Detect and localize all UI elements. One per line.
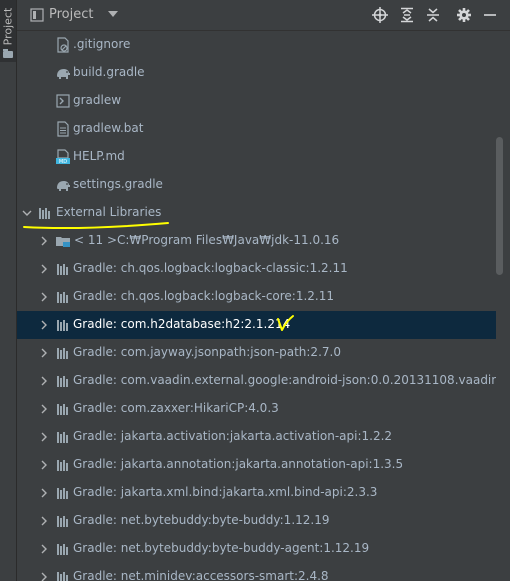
- chevron-right-icon[interactable]: [39, 264, 49, 274]
- tree-item-label: Gradle: com.jayway.jsonpath:json-path:2.…: [73, 345, 341, 359]
- tree-item-gitignore[interactable]: .gitignore: [17, 31, 496, 59]
- tree-item-label: Gradle: ch.qos.logback:logback-core:1.2.…: [73, 289, 335, 303]
- library-bars-icon: [57, 572, 68, 581]
- expand-all-button[interactable]: [398, 6, 416, 24]
- tree-item-library[interactable]: Gradle: jakarta.annotation:jakarta.annot…: [17, 451, 496, 479]
- chevron-right-icon[interactable]: [39, 320, 49, 330]
- tree-item-label: HELP.md: [73, 149, 125, 163]
- library-bars-icon: [57, 376, 68, 387]
- library-bars-icon: [57, 432, 68, 443]
- yellow-checkmark-annotation: [277, 315, 294, 331]
- settings-button[interactable]: [455, 6, 473, 24]
- tree-item-label: Gradle: jakarta.xml.bind:jakarta.xml.bin…: [73, 485, 378, 499]
- text-file-icon: [57, 121, 69, 137]
- chevron-right-icon[interactable]: [39, 292, 49, 302]
- project-tree[interactable]: .gitignore build.gradle gradlew gradlew.…: [17, 31, 496, 581]
- tree-item-label: Gradle: net.minidev:accessors-smart:2.4.…: [73, 569, 329, 581]
- project-view-icon: [30, 8, 44, 22]
- tree-item-label: Gradle: jakarta.annotation:jakarta.annot…: [73, 457, 404, 471]
- tree-item-library[interactable]: Gradle: com.zaxxer:HikariCP:4.0.3: [17, 395, 496, 423]
- library-bars-icon: [57, 516, 68, 527]
- chevron-right-icon[interactable]: [39, 516, 49, 526]
- panel-title-dropdown[interactable]: Project: [49, 7, 118, 22]
- chevron-right-icon[interactable]: [39, 348, 49, 358]
- tree-item-settings-gradle[interactable]: settings.gradle: [17, 171, 496, 199]
- locate-file-button[interactable]: [371, 6, 389, 24]
- tree-item-help-md[interactable]: MD HELP.md: [17, 143, 496, 171]
- library-bars-icon: [57, 292, 68, 303]
- library-bars-icon: [39, 208, 50, 219]
- tree-item-library[interactable]: Gradle: com.jayway.jsonpath:json-path:2.…: [17, 339, 496, 367]
- gear-icon: [457, 8, 471, 22]
- tree-item-library[interactable]: Gradle: net.bytebuddy:byte-buddy:1.12.19: [17, 507, 496, 535]
- gradle-elephant-icon: [57, 181, 70, 191]
- tree-item-library[interactable]: Gradle: ch.qos.logback:logback-classic:1…: [17, 255, 496, 283]
- tool-window-strip: Project: [0, 0, 17, 581]
- tree-item-label: gradlew.bat: [73, 121, 144, 135]
- library-bars-icon: [57, 264, 68, 275]
- tree-item-library[interactable]: Gradle: com.h2database:h2:2.1.214: [17, 311, 496, 339]
- tree-item-label: Gradle: net.bytebuddy:byte-buddy:1.12.19: [73, 513, 330, 527]
- tree-item-library[interactable]: Gradle: ch.qos.logback:logback-core:1.2.…: [17, 283, 496, 311]
- project-tool-tab-label: Project: [1, 7, 15, 46]
- gitignore-file-icon: [57, 37, 69, 53]
- tree-item-label: Gradle: ch.qos.logback:logback-classic:1…: [73, 261, 348, 275]
- tree-item-label: Gradle: com.vaadin.external.google:andro…: [73, 373, 496, 387]
- tree-item-gradlew-bat[interactable]: gradlew.bat: [17, 115, 496, 143]
- panel-title: Project: [49, 7, 94, 22]
- tree-item-label: gradlew: [73, 93, 122, 107]
- tree-item-label: Gradle: jakarta.activation:jakarta.activ…: [73, 429, 393, 443]
- markdown-file-icon: MD: [56, 149, 70, 165]
- chevron-down-icon: [107, 11, 118, 17]
- library-bars-icon: [57, 348, 68, 359]
- library-bars-icon: [57, 544, 68, 555]
- chevron-right-icon[interactable]: [39, 488, 49, 498]
- tree-item-build-gradle[interactable]: build.gradle: [17, 59, 496, 87]
- library-bars-icon: [57, 460, 68, 471]
- tree-item-library[interactable]: Gradle: jakarta.xml.bind:jakarta.xml.bin…: [17, 479, 496, 507]
- project-panel-header: Project: [17, 0, 510, 31]
- yellow-underline-annotation: [23, 222, 169, 229]
- tree-item-label: External Libraries: [56, 205, 162, 219]
- collapse-all-icon: [427, 8, 439, 22]
- chevron-right-icon[interactable]: [39, 544, 49, 554]
- jdk-folder-icon: [56, 237, 70, 247]
- library-bars-icon: [57, 488, 68, 499]
- vertical-scrollbar-thumb[interactable]: [496, 137, 503, 275]
- library-bars-icon: [57, 404, 68, 415]
- tree-item-library[interactable]: Gradle: com.vaadin.external.google:andro…: [17, 367, 496, 395]
- tree-item-label: Gradle: com.zaxxer:HikariCP:4.0.3: [73, 401, 279, 415]
- tree-item-label: settings.gradle: [73, 177, 163, 191]
- jdk-version-label: < 11 >: [74, 233, 118, 247]
- tree-item-library[interactable]: Gradle: net.minidev:accessors-smart:2.4.…: [17, 563, 496, 581]
- gradle-elephant-icon: [57, 69, 70, 79]
- jdk-path-label: C:₩Program Files₩Java₩jdk-11.0.16: [117, 233, 340, 247]
- project-tool-tab[interactable]: Project: [0, 0, 16, 62]
- chevron-right-icon[interactable]: [39, 572, 49, 581]
- svg-text:MD: MD: [59, 159, 67, 165]
- chevron-right-icon[interactable]: [39, 404, 49, 414]
- chevron-right-icon[interactable]: [39, 236, 49, 246]
- tree-item-label: Gradle: net.bytebuddy:byte-buddy-agent:1…: [73, 541, 370, 555]
- hide-panel-button[interactable]: [481, 6, 499, 24]
- tree-item-library[interactable]: Gradle: net.bytebuddy:byte-buddy-agent:1…: [17, 535, 496, 563]
- folder-icon: [3, 49, 13, 58]
- tree-item-label: Gradle: com.h2database:h2:2.1.214: [73, 317, 291, 331]
- chevron-right-icon[interactable]: [39, 432, 49, 442]
- expand-all-icon: [401, 7, 413, 23]
- tree-item-gradlew[interactable]: gradlew: [17, 87, 496, 115]
- chevron-right-icon[interactable]: [39, 460, 49, 470]
- tree-item-library[interactable]: Gradle: jakarta.activation:jakarta.activ…: [17, 423, 496, 451]
- chevron-right-icon[interactable]: [39, 376, 49, 386]
- library-bars-icon: [57, 320, 68, 331]
- tree-item-label: build.gradle: [73, 65, 145, 79]
- minimize-icon: [484, 14, 496, 16]
- collapse-all-button[interactable]: [424, 6, 442, 24]
- crosshair-icon: [372, 7, 388, 23]
- tree-item-label: .gitignore: [73, 37, 131, 51]
- chevron-down-icon[interactable]: [22, 208, 32, 218]
- terminal-file-icon: [56, 94, 70, 108]
